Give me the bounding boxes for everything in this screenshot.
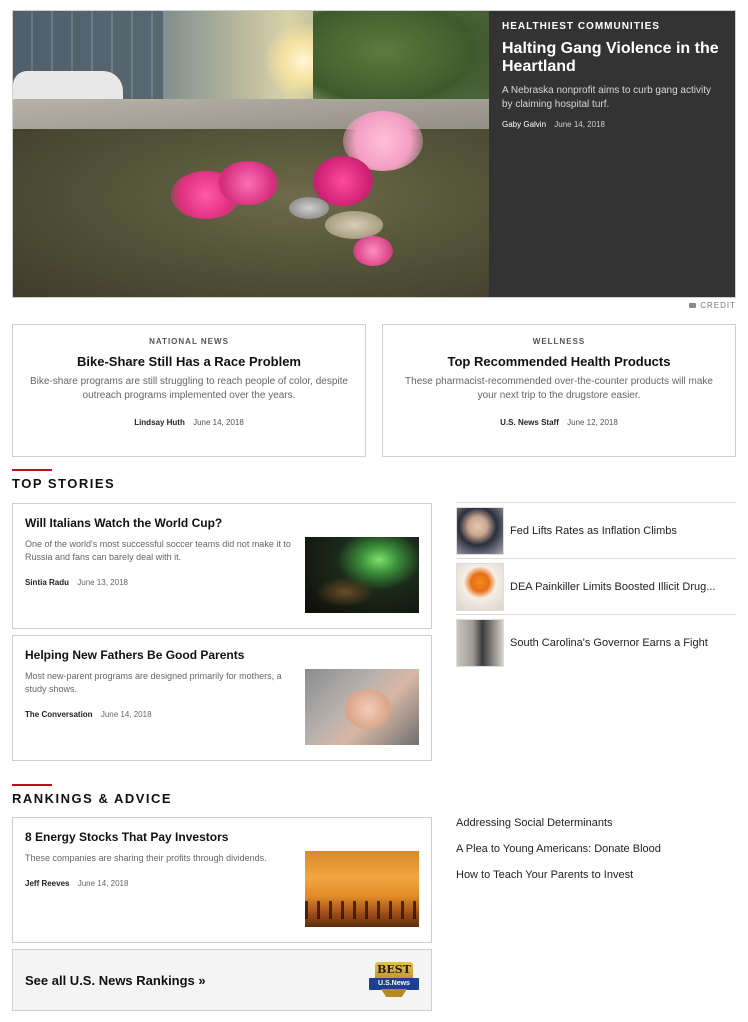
feature-card[interactable]: NATIONAL NEWS Bike-Share Still Has a Rac… — [12, 324, 366, 457]
best-badge-icon: BEST U.S.News — [369, 962, 419, 998]
hero-date: June 14, 2018 — [554, 120, 605, 129]
story-title[interactable]: 8 Energy Stocks That Pay Investors — [25, 830, 295, 844]
card-date: June 14, 2018 — [193, 418, 244, 427]
card-date: June 12, 2018 — [567, 418, 618, 427]
story-meta: Jeff Reeves June 14, 2018 — [25, 879, 295, 888]
card-author[interactable]: U.S. News Staff — [500, 418, 559, 427]
section-rule — [12, 469, 52, 471]
side-story-title[interactable]: Fed Lifts Rates as Inflation Climbs — [510, 525, 736, 537]
card-dek: These pharmacist-recommended over-the-co… — [405, 376, 713, 401]
story-dek: One of the world's most successful socce… — [25, 539, 291, 562]
side-story-thumbnail[interactable] — [456, 618, 504, 667]
card-dek: Bike-share programs are still struggling… — [30, 376, 348, 401]
see-all-label[interactable]: See all U.S. News Rankings » — [25, 973, 206, 988]
story-date: June 13, 2018 — [77, 578, 128, 587]
badge-ribbon-text: U.S.News — [369, 978, 419, 990]
side-story-title[interactable]: South Carolina's Governor Earns a Fight — [510, 637, 736, 649]
story-card[interactable]: Will Italians Watch the World Cup? One o… — [12, 503, 432, 629]
rankings-link[interactable]: A Plea to Young Americans: Donate Blood — [456, 843, 661, 855]
credit-label: CREDIT — [700, 301, 736, 310]
story-dek: Most new-parent programs are designed pr… — [25, 671, 282, 694]
story-thumbnail[interactable] — [305, 851, 419, 927]
story-meta: The Conversation June 14, 2018 — [25, 710, 295, 719]
hero-image[interactable] — [13, 11, 489, 297]
story-title[interactable]: Helping New Fathers Be Good Parents — [25, 648, 295, 662]
card-author[interactable]: Lindsay Huth — [134, 418, 185, 427]
feature-card[interactable]: WELLNESS Top Recommended Health Products… — [382, 324, 736, 457]
side-story-title[interactable]: DEA Painkiller Limits Boosted Illicit Dr… — [510, 581, 736, 593]
story-author[interactable]: Sintia Radu — [25, 578, 69, 587]
story-author[interactable]: Jeff Reeves — [25, 879, 69, 888]
hero-kicker[interactable]: HEALTHIEST COMMUNITIES — [502, 21, 723, 32]
hero-title[interactable]: Halting Gang Violence in the Heartland — [502, 40, 723, 76]
section-title[interactable]: RANKINGS & ADVICE — [12, 791, 172, 806]
hero-feature[interactable]: HEALTHIEST COMMUNITIES Halting Gang Viol… — [12, 10, 736, 298]
side-story-thumbnail[interactable] — [456, 506, 504, 555]
side-story-thumbnail[interactable] — [456, 562, 504, 611]
side-story-item[interactable]: South Carolina's Governor Earns a Fight — [456, 614, 736, 670]
camera-icon — [689, 303, 697, 308]
rankings-link[interactable]: How to Teach Your Parents to Invest — [456, 869, 633, 881]
photo-credit[interactable]: CREDIT — [689, 301, 736, 310]
story-title[interactable]: Will Italians Watch the World Cup? — [25, 516, 295, 530]
card-title[interactable]: Bike-Share Still Has a Race Problem — [27, 354, 351, 369]
hero-author[interactable]: Gaby Galvin — [502, 120, 546, 129]
section-header-top-stories: TOP STORIES — [12, 469, 115, 491]
story-date: June 14, 2018 — [77, 879, 129, 888]
section-header-rankings: RANKINGS & ADVICE — [12, 784, 172, 806]
section-title[interactable]: TOP STORIES — [12, 476, 115, 491]
story-meta: Sintia Radu June 13, 2018 — [25, 578, 295, 587]
see-all-rankings-button[interactable]: See all U.S. News Rankings » BEST U.S.Ne… — [12, 949, 432, 1011]
story-card[interactable]: 8 Energy Stocks That Pay Investors These… — [12, 817, 432, 943]
hero-dek: A Nebraska nonprofit aims to curb gang a… — [502, 85, 711, 110]
story-card[interactable]: Helping New Fathers Be Good Parents Most… — [12, 635, 432, 761]
side-story-item[interactable]: Fed Lifts Rates as Inflation Climbs — [456, 502, 736, 558]
card-meta: Lindsay Huth June 14, 2018 — [27, 418, 351, 427]
section-rule — [12, 784, 52, 786]
hero-meta: Gaby Galvin June 14, 2018 — [502, 120, 723, 129]
story-date: June 14, 2018 — [100, 710, 152, 719]
story-author[interactable]: The Conversation — [25, 710, 93, 719]
story-thumbnail[interactable] — [305, 537, 419, 613]
story-dek: These companies are sharing their profit… — [25, 853, 267, 863]
hero-text-panel: HEALTHIEST COMMUNITIES Halting Gang Viol… — [489, 11, 735, 297]
story-thumbnail[interactable] — [305, 669, 419, 745]
card-kicker[interactable]: WELLNESS — [397, 337, 721, 346]
card-kicker[interactable]: NATIONAL NEWS — [27, 337, 351, 346]
card-meta: U.S. News Staff June 12, 2018 — [397, 418, 721, 427]
card-title[interactable]: Top Recommended Health Products — [397, 354, 721, 369]
side-story-item[interactable]: DEA Painkiller Limits Boosted Illicit Dr… — [456, 558, 736, 614]
rankings-link[interactable]: Addressing Social Determinants — [456, 817, 613, 829]
